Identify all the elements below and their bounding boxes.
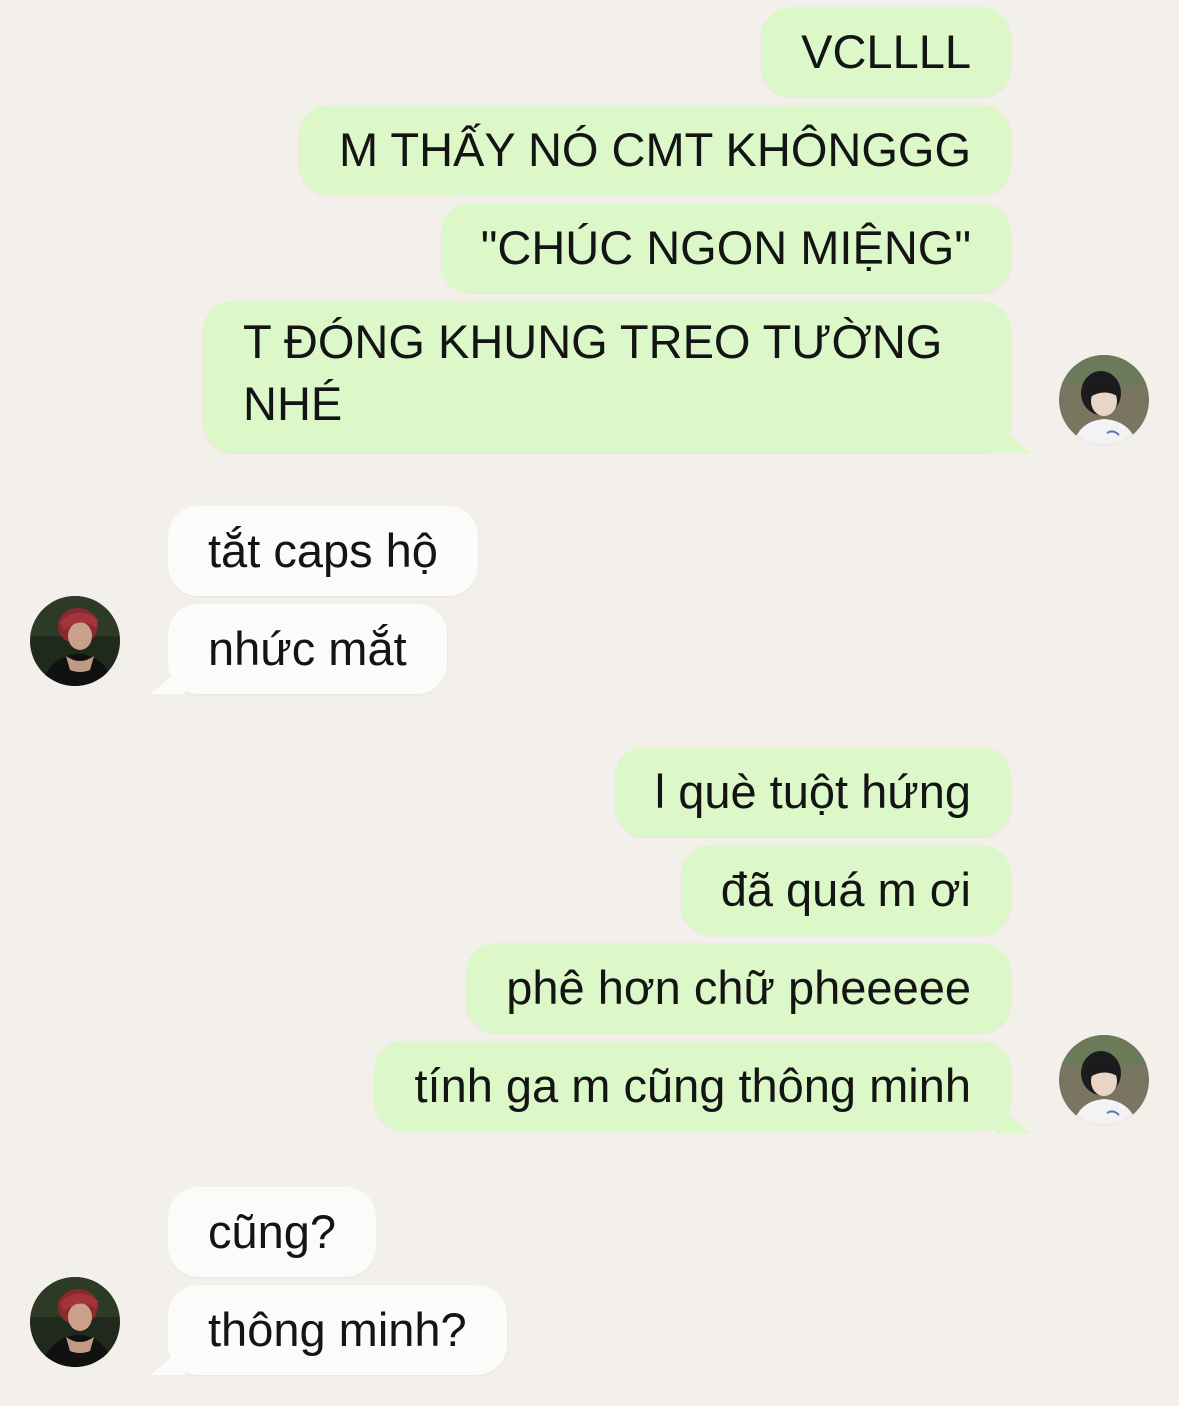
message-bubble-sent[interactable]: T ĐÓNG KHUNG TREO TƯỜNG NHÉ <box>203 301 1011 453</box>
message-bubble-sent[interactable]: l què tuột hứng <box>614 747 1011 837</box>
bubble-tail <box>996 1103 1030 1133</box>
avatar-boy-white-shirt-icon <box>1059 1035 1149 1125</box>
bubble-tail <box>151 1345 185 1375</box>
message-bubble-sent[interactable]: đã quá m ơi <box>680 845 1011 935</box>
avatar-friend[interactable] <box>30 1277 120 1367</box>
message-bubble-sent[interactable]: "CHÚC NGON MIỆNG" <box>440 203 1011 293</box>
avatar-boy-white-shirt-icon <box>1059 355 1149 445</box>
avatar-redhair-boy-icon <box>30 596 120 686</box>
avatar-me[interactable] <box>1059 355 1149 445</box>
message-bubble-sent[interactable]: M THẤY NÓ CMT KHÔNGGG <box>299 105 1011 195</box>
avatar-friend[interactable] <box>30 596 120 686</box>
message-bubble-received[interactable]: thông minh? <box>168 1285 507 1375</box>
message-bubble-received[interactable]: tắt caps hộ <box>168 506 478 596</box>
avatar-me[interactable] <box>1059 1035 1149 1125</box>
message-bubble-received[interactable]: nhức mắt <box>168 604 447 694</box>
message-bubble-received[interactable]: cũng? <box>168 1187 377 1277</box>
avatar-redhair-boy-icon <box>30 1277 120 1367</box>
message-bubble-sent[interactable]: phê hơn chữ pheeeee <box>466 943 1011 1033</box>
bubble-tail <box>151 664 185 694</box>
bubble-tail <box>996 423 1030 453</box>
message-bubble-sent[interactable]: tính ga m cũng thông minh <box>374 1041 1011 1131</box>
message-bubble-sent[interactable]: VCLLLL <box>761 7 1011 97</box>
